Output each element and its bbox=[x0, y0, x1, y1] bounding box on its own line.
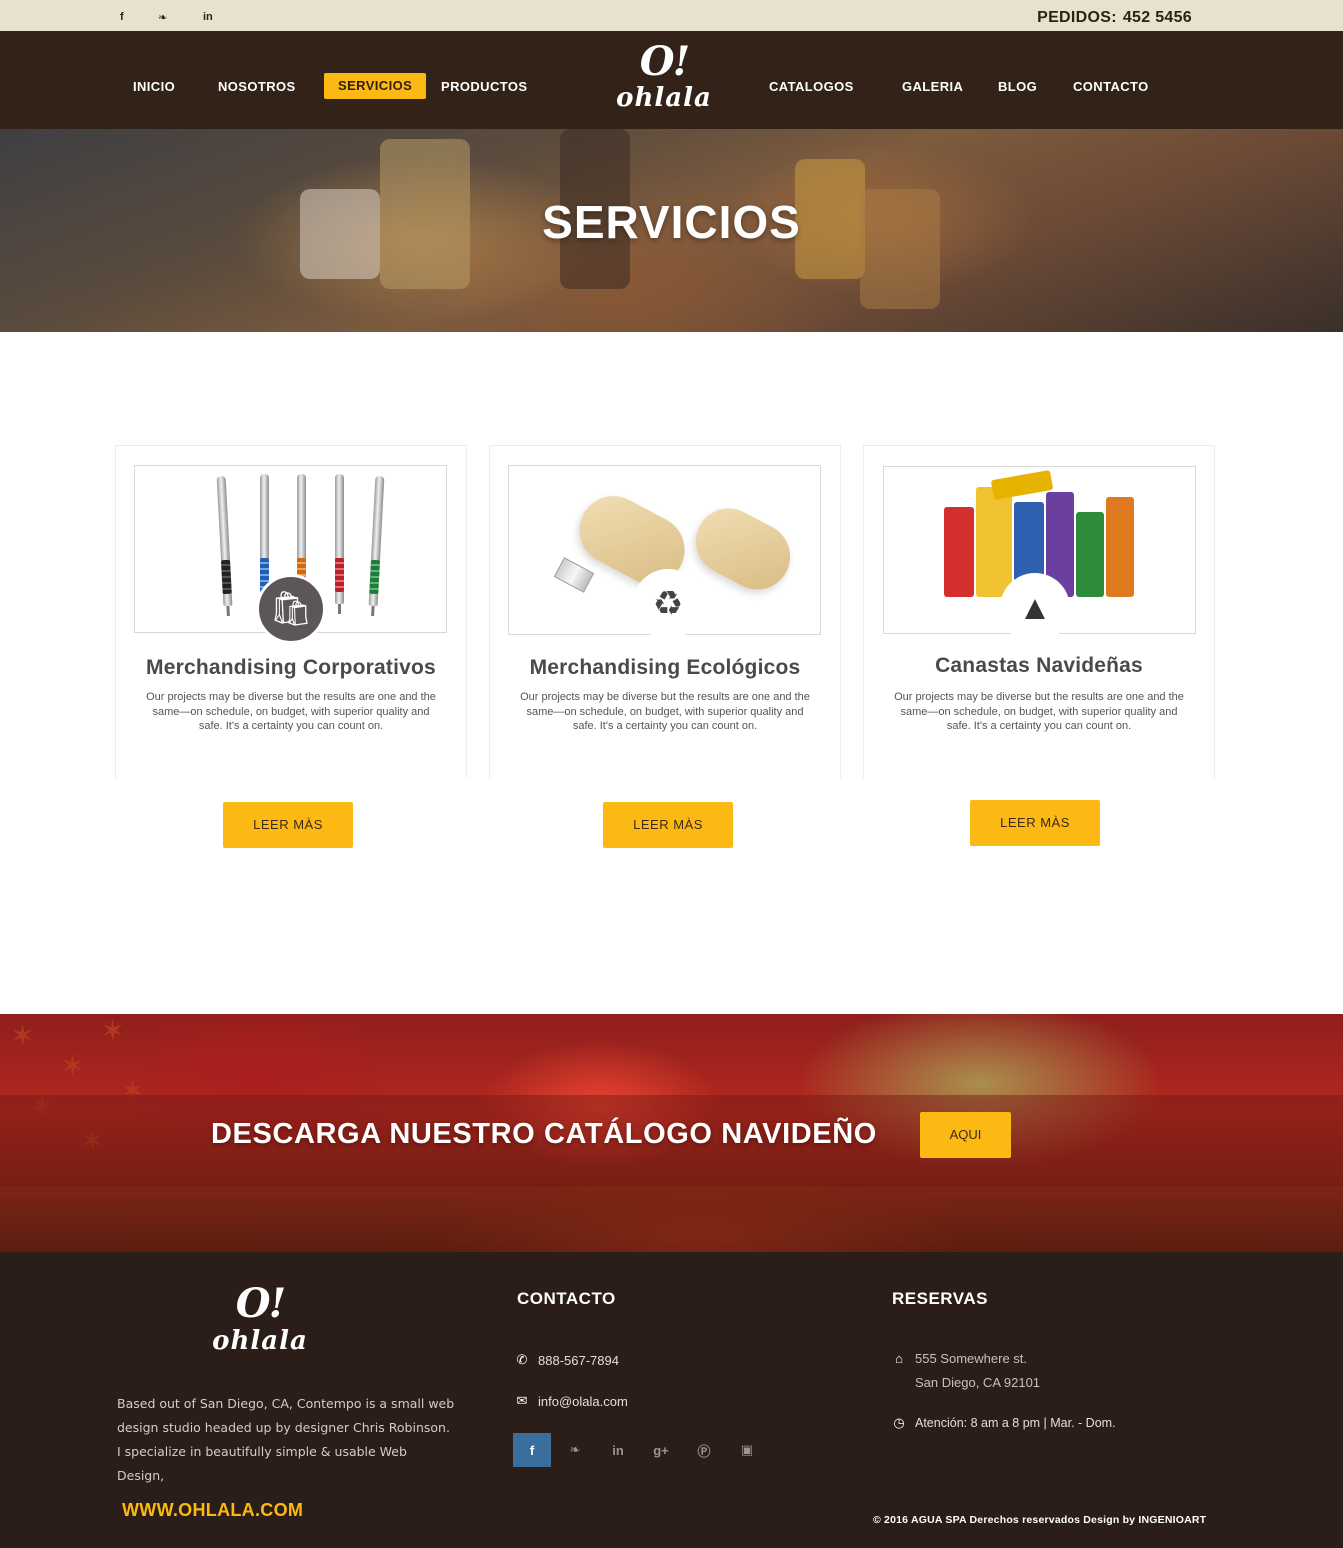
service-text: Our projects may be diverse but the resu… bbox=[146, 691, 436, 732]
linkedin-icon[interactable]: in bbox=[599, 1433, 637, 1467]
twitter-icon[interactable]: ❧ bbox=[158, 11, 167, 24]
top-bar: f ❧ in PEDIDOS: 452 5456 bbox=[0, 0, 1343, 31]
pen-graphic bbox=[216, 475, 233, 616]
shopping-bag-icon: 🛍 bbox=[256, 574, 326, 644]
footer-copyright: © 2016 AGUA SPA Derechos reservados Desi… bbox=[873, 1514, 1207, 1526]
read-more-button-canastas[interactable]: LEER MÀS bbox=[970, 800, 1100, 846]
facebook-icon[interactable]: f bbox=[513, 1433, 551, 1467]
usb-plug-graphic bbox=[553, 557, 595, 593]
nav-item-blog[interactable]: BLOG bbox=[998, 78, 1037, 96]
grocery-item bbox=[990, 469, 1054, 501]
service-title: Merchandising Ecológicos bbox=[529, 656, 801, 679]
footer-about-text: Based out of San Diego, CA, Contempo is … bbox=[117, 1396, 455, 1483]
read-more-button-corporativos[interactable]: LEER MÀS bbox=[223, 802, 353, 848]
star-decoration: ✶ bbox=[100, 1015, 126, 1048]
read-more-button-ecologicos[interactable]: LEER MÀS bbox=[603, 802, 733, 848]
main-nav: INICIO NOSOTROS SERVICIOS PRODUCTOS O! o… bbox=[0, 31, 1343, 129]
service-card-corporativos: 🛍 Merchandising Corporativos Our project… bbox=[115, 445, 467, 778]
service-title: Merchandising Corporativos bbox=[146, 656, 436, 679]
logo-mark: O! bbox=[639, 38, 690, 85]
footer-logo[interactable]: O! ohlala bbox=[200, 1280, 320, 1357]
footer-email-text: info@olala.com bbox=[538, 1393, 628, 1409]
page-title: SERVICIOS bbox=[542, 196, 801, 248]
service-title: Canastas Navideñas bbox=[935, 654, 1143, 677]
footer-logo-word: ohlala bbox=[212, 1326, 308, 1356]
google-plus-icon[interactable]: g+ bbox=[642, 1433, 680, 1467]
nav-item-nosotros[interactable]: NOSOTROS bbox=[218, 78, 296, 96]
footer-hours-text: Atención: 8 am a 8 pm | Mar. - Dom. bbox=[915, 1416, 1116, 1430]
service-card-ecologicos: ♻ Merchandising Ecológicos Our projects … bbox=[489, 445, 841, 778]
service-card-canastas: ▲ Canastas Navideñas Our projects may be… bbox=[863, 445, 1215, 778]
facebook-icon[interactable]: f bbox=[120, 11, 124, 23]
recycle-icon: ♻ bbox=[633, 569, 703, 639]
site-logo[interactable]: O! ohlala bbox=[604, 41, 724, 123]
download-catalog-button[interactable]: AQUI bbox=[920, 1112, 1011, 1158]
twitter-icon[interactable]: ❧ bbox=[556, 1433, 594, 1467]
footer: O! ohlala Based out of San Diego, CA, Co… bbox=[0, 1252, 1343, 1548]
linkedin-icon[interactable]: in bbox=[203, 11, 213, 23]
star-decoration: ✶ bbox=[10, 1020, 36, 1053]
service-text: Our projects may be diverse but the resu… bbox=[520, 691, 810, 732]
holly-icon: ▲ bbox=[1000, 573, 1070, 643]
home-icon: ⌂ bbox=[895, 1351, 903, 1366]
catalog-cta-text: DESCARGA NUESTRO CATÁLOGO NAVIDEÑO bbox=[211, 1118, 877, 1150]
orders-phone: PEDIDOS: 452 5456 bbox=[1037, 9, 1192, 27]
catalog-banner: ✶ ✶ ✶ ✶ ✶ ✶ DESCARGA NUESTRO CATÁLOGO NA… bbox=[0, 1014, 1343, 1252]
grocery-item bbox=[1076, 512, 1104, 597]
footer-address: ⌂ 555 Somewhere st. bbox=[892, 1351, 1027, 1366]
service-text: Our projects may be diverse but the resu… bbox=[894, 691, 1184, 732]
footer-hours: ◷ Atención: 8 am a 8 pm | Mar. - Dom. bbox=[892, 1415, 1116, 1431]
footer-phone[interactable]: ✆ 888-567-7894 bbox=[515, 1352, 619, 1368]
footer-contact-heading: CONTACTO bbox=[517, 1289, 616, 1308]
logo-word: ohlala bbox=[616, 83, 712, 113]
nav-item-catalogos[interactable]: CATALOGOS bbox=[769, 78, 854, 96]
footer-address-line1: 555 Somewhere st. bbox=[915, 1351, 1028, 1366]
grocery-item bbox=[944, 507, 974, 597]
clock-icon: ◷ bbox=[893, 1415, 905, 1430]
instagram-icon[interactable]: ▣ bbox=[728, 1433, 766, 1467]
nav-item-inicio[interactable]: INICIO bbox=[133, 78, 175, 96]
pinterest-icon[interactable]: Ⓟ bbox=[685, 1433, 723, 1467]
nav-item-contacto[interactable]: CONTACTO bbox=[1073, 78, 1149, 96]
star-decoration: ✶ bbox=[60, 1050, 86, 1083]
footer-address-line2: San Diego, CA 92101 bbox=[915, 1375, 1041, 1390]
orders-label: PEDIDOS: bbox=[1037, 9, 1117, 26]
orders-number: 452 5456 bbox=[1122, 9, 1192, 26]
nav-item-galeria[interactable]: GALERIA bbox=[902, 78, 963, 96]
hero-banner: SERVICIOS bbox=[0, 129, 1343, 332]
footer-reservations-heading: RESERVAS bbox=[892, 1289, 988, 1308]
footer-logo-mark: O! bbox=[235, 1280, 286, 1327]
grocery-item bbox=[976, 487, 1012, 597]
grocery-item bbox=[1106, 497, 1134, 597]
usb-graphic bbox=[684, 496, 802, 602]
phone-icon: ✆ bbox=[516, 1352, 528, 1367]
pen-graphic bbox=[368, 475, 385, 616]
nav-item-productos[interactable]: PRODUCTOS bbox=[441, 78, 527, 96]
footer-phone-text: 888-567-7894 bbox=[538, 1352, 619, 1368]
nav-item-servicios[interactable]: SERVICIOS bbox=[324, 73, 427, 99]
footer-website-link[interactable]: WWW.OHLALA.COM bbox=[122, 1500, 303, 1521]
mail-icon: ✉ bbox=[516, 1393, 528, 1408]
footer-email[interactable]: ✉ info@olala.com bbox=[515, 1393, 628, 1409]
pen-graphic bbox=[335, 474, 344, 614]
